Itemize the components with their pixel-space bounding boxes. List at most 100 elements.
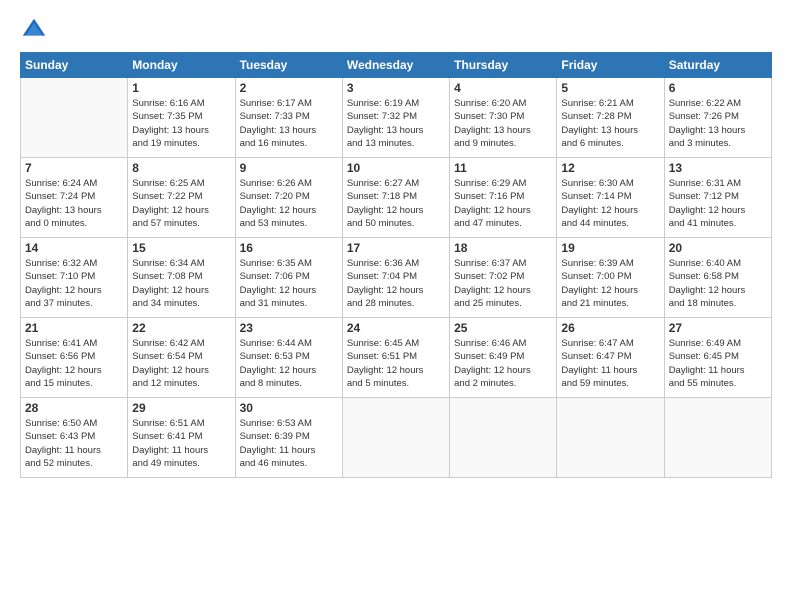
day-info: Sunrise: 6:41 AMSunset: 6:56 PMDaylight:…: [25, 337, 123, 390]
week-row-5: 28 Sunrise: 6:50 AMSunset: 6:43 PMDayligh…: [21, 398, 772, 478]
weekday-header-saturday: Saturday: [664, 53, 771, 78]
day-info: Sunrise: 6:21 AMSunset: 7:28 PMDaylight:…: [561, 97, 659, 150]
day-info: Sunrise: 6:39 AMSunset: 7:00 PMDaylight:…: [561, 257, 659, 310]
day-number: 19: [561, 241, 659, 255]
day-cell: 14 Sunrise: 6:32 AMSunset: 7:10 PMDayligh…: [21, 238, 128, 318]
day-number: 9: [240, 161, 338, 175]
day-number: 13: [669, 161, 767, 175]
day-number: 26: [561, 321, 659, 335]
day-cell: 8 Sunrise: 6:25 AMSunset: 7:22 PMDaylight…: [128, 158, 235, 238]
day-cell: 17 Sunrise: 6:36 AMSunset: 7:04 PMDayligh…: [342, 238, 449, 318]
day-cell: 16 Sunrise: 6:35 AMSunset: 7:06 PMDayligh…: [235, 238, 342, 318]
day-number: 21: [25, 321, 123, 335]
day-info: Sunrise: 6:53 AMSunset: 6:39 PMDaylight:…: [240, 417, 338, 470]
logo-icon: [20, 16, 48, 44]
day-number: 18: [454, 241, 552, 255]
day-cell: 23 Sunrise: 6:44 AMSunset: 6:53 PMDayligh…: [235, 318, 342, 398]
day-number: 30: [240, 401, 338, 415]
weekday-header-thursday: Thursday: [450, 53, 557, 78]
day-info: Sunrise: 6:29 AMSunset: 7:16 PMDaylight:…: [454, 177, 552, 230]
day-number: 17: [347, 241, 445, 255]
day-number: 25: [454, 321, 552, 335]
day-cell: 2 Sunrise: 6:17 AMSunset: 7:33 PMDaylight…: [235, 78, 342, 158]
calendar-page: SundayMondayTuesdayWednesdayThursdayFrid…: [0, 0, 792, 612]
day-cell: 11 Sunrise: 6:29 AMSunset: 7:16 PMDayligh…: [450, 158, 557, 238]
day-cell: 7Sunrise: 6:24 AMSunset: 7:24 PMDaylight…: [21, 158, 128, 238]
weekday-header-sunday: Sunday: [21, 53, 128, 78]
day-number: 24: [347, 321, 445, 335]
day-cell: 26 Sunrise: 6:47 AMSunset: 6:47 PMDayligh…: [557, 318, 664, 398]
day-info: Sunrise: 6:35 AMSunset: 7:06 PMDaylight:…: [240, 257, 338, 310]
day-cell: 28 Sunrise: 6:50 AMSunset: 6:43 PMDayligh…: [21, 398, 128, 478]
day-info: Sunrise: 6:34 AMSunset: 7:08 PMDaylight:…: [132, 257, 230, 310]
logo: [20, 16, 52, 44]
weekday-header-tuesday: Tuesday: [235, 53, 342, 78]
day-cell: 29 Sunrise: 6:51 AMSunset: 6:41 PMDayligh…: [128, 398, 235, 478]
day-number: 11: [454, 161, 552, 175]
day-number: 23: [240, 321, 338, 335]
day-info: Sunrise: 6:46 AMSunset: 6:49 PMDaylight:…: [454, 337, 552, 390]
day-info: Sunrise: 6:51 AMSunset: 6:41 PMDaylight:…: [132, 417, 230, 470]
header: [20, 16, 772, 44]
day-info: Sunrise: 6:27 AMSunset: 7:18 PMDaylight:…: [347, 177, 445, 230]
day-cell: [21, 78, 128, 158]
day-info: Sunrise: 6:31 AMSunset: 7:12 PMDaylight:…: [669, 177, 767, 230]
day-cell: 5 Sunrise: 6:21 AMSunset: 7:28 PMDaylight…: [557, 78, 664, 158]
day-cell: 25 Sunrise: 6:46 AMSunset: 6:49 PMDayligh…: [450, 318, 557, 398]
day-cell: 18 Sunrise: 6:37 AMSunset: 7:02 PMDayligh…: [450, 238, 557, 318]
day-cell: 6 Sunrise: 6:22 AMSunset: 7:26 PMDaylight…: [664, 78, 771, 158]
day-info: Sunrise: 6:16 AMSunset: 7:35 PMDaylight:…: [132, 97, 230, 150]
day-number: 8: [132, 161, 230, 175]
weekday-header-monday: Monday: [128, 53, 235, 78]
calendar-header: SundayMondayTuesdayWednesdayThursdayFrid…: [21, 53, 772, 78]
week-row-2: 7Sunrise: 6:24 AMSunset: 7:24 PMDaylight…: [21, 158, 772, 238]
day-info: Sunrise: 6:32 AMSunset: 7:10 PMDaylight:…: [25, 257, 123, 310]
day-cell: 12Sunrise: 6:30 AMSunset: 7:14 PMDayligh…: [557, 158, 664, 238]
day-cell: 27 Sunrise: 6:49 AMSunset: 6:45 PMDayligh…: [664, 318, 771, 398]
week-row-1: 1 Sunrise: 6:16 AMSunset: 7:35 PMDaylight…: [21, 78, 772, 158]
day-number: 3: [347, 81, 445, 95]
day-number: 2: [240, 81, 338, 95]
day-number: 14: [25, 241, 123, 255]
day-info: Sunrise: 6:36 AMSunset: 7:04 PMDaylight:…: [347, 257, 445, 310]
day-info: Sunrise: 6:26 AMSunset: 7:20 PMDaylight:…: [240, 177, 338, 230]
day-cell: [342, 398, 449, 478]
day-number: 6: [669, 81, 767, 95]
day-info: Sunrise: 6:17 AMSunset: 7:33 PMDaylight:…: [240, 97, 338, 150]
day-number: 16: [240, 241, 338, 255]
day-info: Sunrise: 6:40 AMSunset: 6:58 PMDaylight:…: [669, 257, 767, 310]
day-number: 10: [347, 161, 445, 175]
day-info: Sunrise: 6:22 AMSunset: 7:26 PMDaylight:…: [669, 97, 767, 150]
day-cell: [557, 398, 664, 478]
day-info: Sunrise: 6:44 AMSunset: 6:53 PMDaylight:…: [240, 337, 338, 390]
day-info: Sunrise: 6:47 AMSunset: 6:47 PMDaylight:…: [561, 337, 659, 390]
day-number: 27: [669, 321, 767, 335]
day-number: 15: [132, 241, 230, 255]
day-info: Sunrise: 6:37 AMSunset: 7:02 PMDaylight:…: [454, 257, 552, 310]
day-cell: 13 Sunrise: 6:31 AMSunset: 7:12 PMDayligh…: [664, 158, 771, 238]
day-info: Sunrise: 6:20 AMSunset: 7:30 PMDaylight:…: [454, 97, 552, 150]
day-number: 22: [132, 321, 230, 335]
weekday-header-wednesday: Wednesday: [342, 53, 449, 78]
day-number: 28: [25, 401, 123, 415]
day-cell: 9 Sunrise: 6:26 AMSunset: 7:20 PMDaylight…: [235, 158, 342, 238]
day-cell: 1 Sunrise: 6:16 AMSunset: 7:35 PMDaylight…: [128, 78, 235, 158]
calendar-table: SundayMondayTuesdayWednesdayThursdayFrid…: [20, 52, 772, 478]
day-cell: 22 Sunrise: 6:42 AMSunset: 6:54 PMDayligh…: [128, 318, 235, 398]
day-number: 1: [132, 81, 230, 95]
day-cell: [450, 398, 557, 478]
day-cell: 19 Sunrise: 6:39 AMSunset: 7:00 PMDayligh…: [557, 238, 664, 318]
day-cell: 21 Sunrise: 6:41 AMSunset: 6:56 PMDayligh…: [21, 318, 128, 398]
day-info: Sunrise: 6:49 AMSunset: 6:45 PMDaylight:…: [669, 337, 767, 390]
day-number: 20: [669, 241, 767, 255]
day-cell: 15 Sunrise: 6:34 AMSunset: 7:08 PMDayligh…: [128, 238, 235, 318]
day-number: 29: [132, 401, 230, 415]
day-number: 5: [561, 81, 659, 95]
day-info: Sunrise: 6:42 AMSunset: 6:54 PMDaylight:…: [132, 337, 230, 390]
day-info: Sunrise: 6:19 AMSunset: 7:32 PMDaylight:…: [347, 97, 445, 150]
day-info: Sunrise: 6:25 AMSunset: 7:22 PMDaylight:…: [132, 177, 230, 230]
day-cell: 20 Sunrise: 6:40 AMSunset: 6:58 PMDayligh…: [664, 238, 771, 318]
week-row-4: 21 Sunrise: 6:41 AMSunset: 6:56 PMDayligh…: [21, 318, 772, 398]
day-cell: 24Sunrise: 6:45 AMSunset: 6:51 PMDayligh…: [342, 318, 449, 398]
day-info: Sunrise: 6:50 AMSunset: 6:43 PMDaylight:…: [25, 417, 123, 470]
